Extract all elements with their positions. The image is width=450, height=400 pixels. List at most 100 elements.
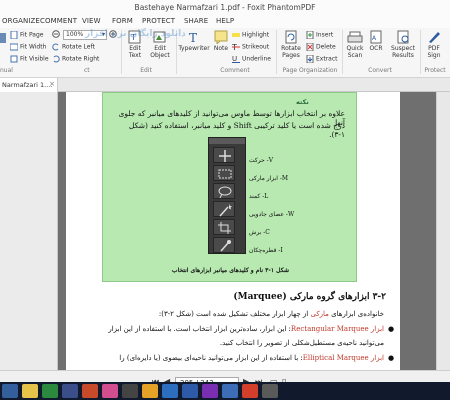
note-box-label: نکته [296,98,309,106]
pdf-sign-label: PDF Sign [427,45,441,59]
typewriter-label: Typewriter [178,45,210,52]
fit-width-button[interactable]: Fit Width [9,43,47,51]
quick-scan-button[interactable]: Quick Scan [344,30,366,59]
menu-organize[interactable]: ORGANIZE [2,17,40,25]
svg-text:T: T [189,31,197,44]
pdf-page: نکته علاوه بر انتخاب ابزارها توسط ماوس م… [66,92,400,370]
paragraph-intro-b: از چهار ابزار مختلف تشکیل شده است (شکل ۲… [158,310,311,318]
insert-icon [306,30,314,40]
tool-label-lasso: L- کمند [249,193,269,200]
note-icon [213,30,229,46]
word-icon[interactable] [182,384,198,398]
extract-label: Extract [316,55,338,63]
figure-caption: شکل ۱-۳ نام و کلیدهای میانبر ابزارهای ان… [171,267,290,274]
document-tab[interactable]: Narmafzari 1.... × [0,78,58,92]
fit-width-label: Fit Width [20,43,47,51]
hand-tool-icon[interactable] [0,31,8,47]
taskbar-app-icon[interactable] [142,384,158,398]
fit-page-button[interactable]: Fit Page [10,30,44,40]
pen-icon [426,30,442,44]
edit-object-label: Edit Object [150,45,170,59]
ribbon-divider [276,30,277,74]
rectangular-marquee-term: ابزار Rectangular Marquee [290,325,384,333]
marquee-term: مارکی [310,310,329,318]
vertical-scrollbar[interactable] [436,92,450,370]
tool-panel-figure [208,137,246,254]
highlight-button[interactable]: Highlight [232,31,269,39]
rotate-pages-label: Rotate Pages [281,45,301,59]
delete-icon [306,42,314,52]
foxit-icon[interactable] [242,384,258,398]
delete-label: Delete [316,43,336,51]
menu-bar: ORGANIZE COMMENT VIEW FORM PROTECT SHARE… [0,16,450,28]
quick-scan-label: Quick Scan [346,45,364,59]
highlight-label: Highlight [242,31,270,39]
delete-button[interactable]: Delete [306,42,336,52]
zoom-out-icon[interactable] [52,30,61,41]
list-item-elliptical-text: : با استفاده از این ابزار می‌توانید ناحی… [119,354,303,362]
group-label-protect: Protect [424,67,446,74]
taskbar-app-icon[interactable] [262,384,278,398]
taskbar-app-icon[interactable] [122,384,138,398]
extract-button[interactable]: Extract [306,54,338,64]
suspect-results-button[interactable]: Suspect Results [388,30,418,59]
taskbar-app-icon[interactable] [222,384,238,398]
menu-share[interactable]: SHARE [184,17,208,25]
edit-text-label: Edit Text [128,45,142,59]
taskbar-app-icon[interactable] [202,384,218,398]
typewriter-icon: T [186,30,202,45]
underline-icon: U [232,55,240,63]
scanner-icon [347,30,363,44]
strikeout-label: Strikeout [242,43,270,51]
tool-label-eyedropper: I- قطره‌چکان [249,247,283,254]
zoom-value: 100% [66,31,84,38]
taskbar-app-icon[interactable] [162,384,178,398]
taskbar-app-icon[interactable] [82,384,98,398]
taskbar-app-icon[interactable] [2,384,18,398]
menu-form[interactable]: FORM [112,17,133,25]
pdf-sign-button[interactable]: PDF Sign [422,30,446,59]
bullet-icon: ● [388,354,395,362]
underline-button[interactable]: U Underline [232,55,271,63]
underline-label: Underline [242,55,271,63]
insert-button[interactable]: Insert [306,30,333,40]
document-tab-bar: Narmafzari 1.... × [0,78,450,92]
menu-help[interactable]: HELP [216,17,234,25]
move-tool-icon [213,147,235,163]
group-label-convert: Convert [368,67,392,74]
ribbon-divider [342,30,343,74]
suspect-results-label: Suspect Results [391,45,415,59]
rotate-right-button[interactable]: Rotate Right [52,55,99,63]
rotate-left-button[interactable]: Rotate Left [52,43,95,51]
group-label-nual: nual [0,67,13,74]
suspect-results-icon [395,30,411,44]
file-explorer-icon[interactable] [22,384,38,398]
close-icon[interactable]: × [49,80,55,88]
ocr-icon: A [368,30,384,44]
excel-icon[interactable] [42,384,58,398]
crop-tool-icon [213,219,235,235]
list-item-elliptical: ابزار Elliptical Marquee: با استفاده از … [119,354,384,362]
taskbar-app-icon[interactable] [62,384,78,398]
list-item-rectangular-text: : این ابزار، ساده‌ترین ابزار انتخاب است.… [108,325,291,333]
group-label-ct: ct [84,67,90,74]
paragraph-intro-a: خانواده‌ی ابزارهای [328,310,384,318]
rotate-right-label: Rotate Right [62,55,100,63]
rotate-pages-button[interactable]: Rotate Pages [278,30,304,59]
tool-panel-header [209,138,245,144]
fit-page-label: Fit Page [20,31,44,39]
menu-protect[interactable]: PROTECT [142,17,175,25]
title-bar: Bastehaye Narmafzari 1.pdf - Foxit Phant… [0,0,450,16]
strikeout-button[interactable]: T Strikeout [231,43,270,52]
menu-comment[interactable]: COMMENT [40,17,77,25]
window-title: Bastehaye Narmafzari 1.pdf - Foxit Phant… [134,3,316,12]
fit-visible-button[interactable]: Fit Visible [10,55,49,63]
menu-view[interactable]: VIEW [82,17,101,25]
taskbar-app-icon[interactable] [102,384,118,398]
tool-label-marquee: M- ابزار مارکی [249,175,289,182]
fit-width-icon [9,43,19,51]
note-label: Note [213,45,229,52]
bullet-icon: ● [388,325,395,333]
ocr-button[interactable]: A OCR [366,30,386,52]
note-button[interactable]: Note [212,30,230,52]
